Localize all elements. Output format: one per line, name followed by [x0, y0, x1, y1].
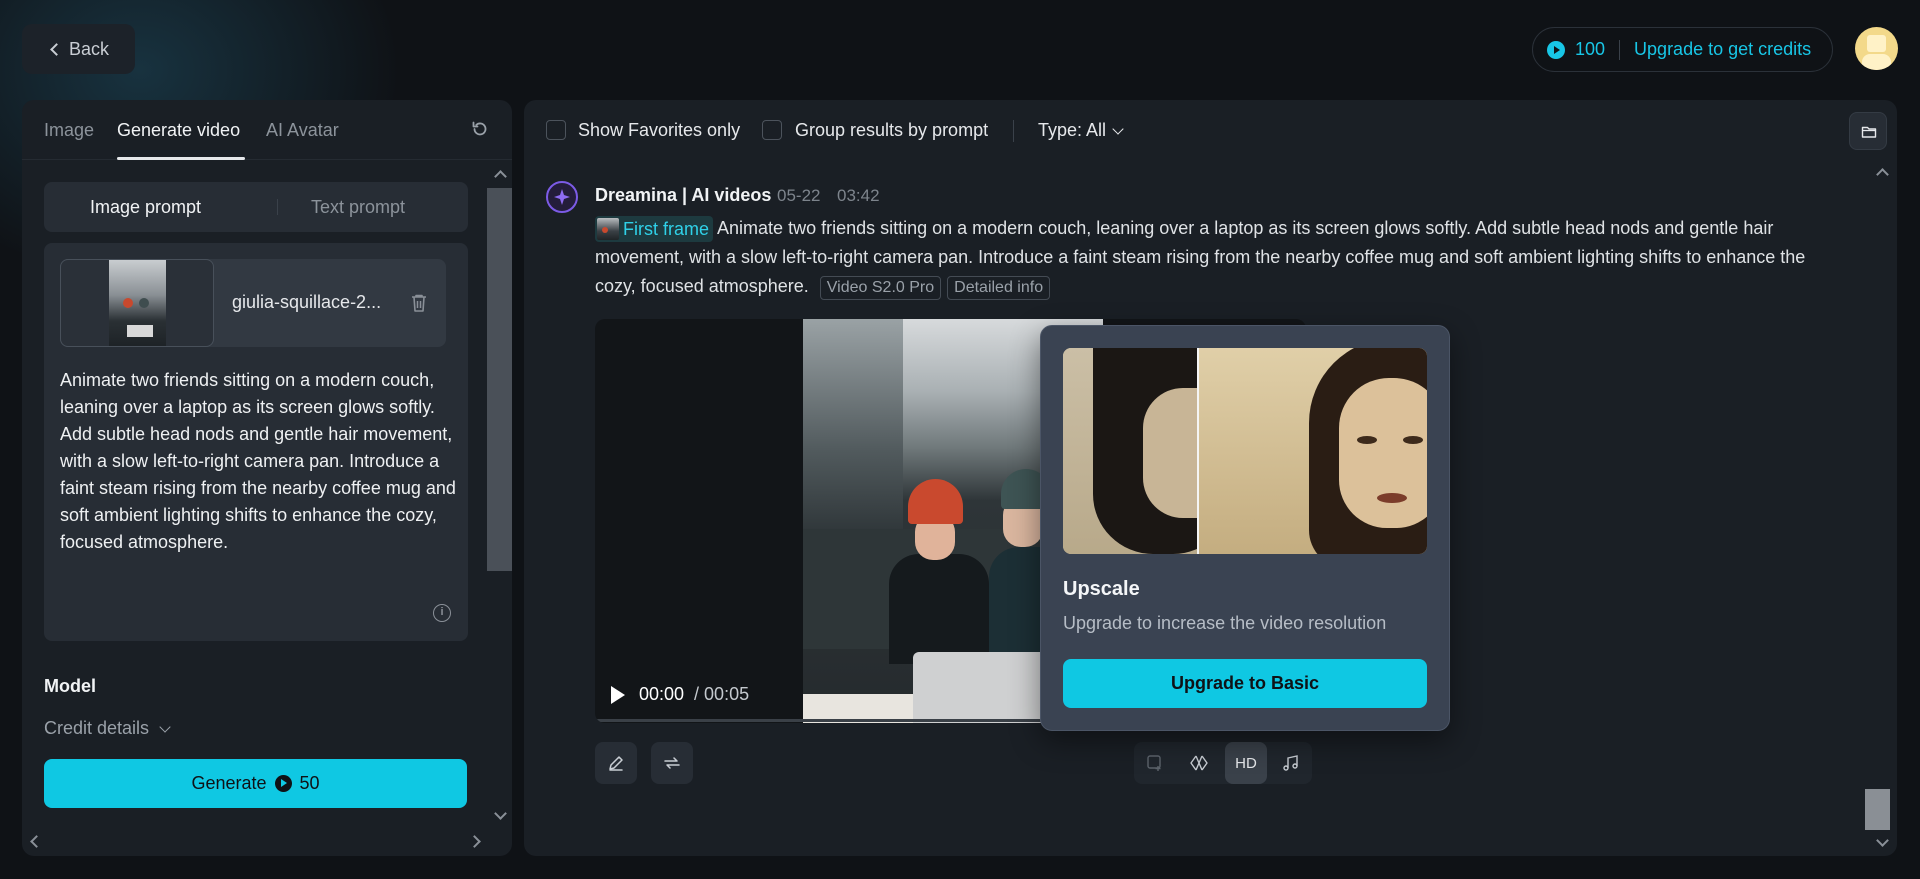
extend-button[interactable]	[1134, 742, 1176, 784]
group-checkbox[interactable]	[762, 120, 782, 140]
popover-title: Upscale	[1063, 578, 1140, 600]
type-filter-dropdown[interactable]: Type: All	[1038, 120, 1124, 141]
tab-image[interactable]: Image	[44, 120, 94, 141]
play-icon[interactable]	[611, 685, 625, 704]
reset-icon[interactable]	[471, 120, 489, 138]
detailed-info-tag[interactable]: Detailed info	[947, 276, 1051, 300]
video-tools: HD	[1134, 742, 1312, 784]
divider	[1013, 120, 1014, 142]
generation-date: 05-22	[777, 186, 821, 205]
upscale-preview-image	[1063, 348, 1427, 554]
upgrade-credits-link[interactable]: Upgrade to get credits	[1634, 39, 1811, 60]
divider	[277, 199, 278, 215]
coin-icon	[274, 775, 292, 792]
duration: / 00:05	[694, 684, 750, 704]
back-button[interactable]: Back	[22, 24, 135, 74]
coin-icon	[1547, 40, 1565, 59]
extend-icon	[1147, 755, 1161, 771]
edit-icon	[609, 756, 623, 771]
file-name: giulia-squillace-2...	[232, 292, 382, 312]
chevron-down-icon	[159, 720, 171, 733]
first-frame-chip[interactable]: First frame	[595, 216, 714, 243]
credit-details-toggle[interactable]: Credit details	[44, 718, 171, 739]
chevron-left-icon	[50, 42, 63, 56]
interpolate-button[interactable]	[1178, 742, 1220, 784]
scroll-up-icon[interactable]	[494, 170, 507, 183]
credit-details-label: Credit details	[44, 718, 150, 738]
tab-ai-avatar[interactable]: AI Avatar	[266, 120, 339, 141]
info-icon[interactable]: i	[433, 604, 451, 622]
divider	[1619, 39, 1621, 60]
model-label: Model	[44, 676, 96, 696]
video-controls: 00:00 / 00:05	[611, 684, 749, 705]
scroll-down-icon[interactable]	[494, 807, 507, 820]
upscale-popover: Upscale Upgrade to increase the video re…	[1040, 325, 1450, 731]
hd-upscale-button[interactable]: HD	[1225, 742, 1267, 784]
chevron-down-icon	[1112, 122, 1124, 135]
generation-prompt: Animate two friends sitting on a modern …	[595, 218, 1806, 296]
right-scrollbar-thumb[interactable]	[1865, 789, 1890, 830]
upgrade-basic-button[interactable]: Upgrade to Basic	[1063, 659, 1427, 708]
edit-button[interactable]	[595, 742, 637, 784]
scroll-up-icon[interactable]	[1876, 168, 1889, 181]
model-tag: Video S2.0 Pro	[819, 276, 942, 300]
credits-pill[interactable]: 100 Upgrade to get credits	[1532, 27, 1833, 72]
scroll-left-icon[interactable]	[30, 835, 43, 848]
user-avatar[interactable]	[1855, 27, 1898, 70]
folder-button[interactable]	[1849, 112, 1887, 150]
scroll-down-icon[interactable]	[1876, 834, 1889, 847]
back-label: Back	[68, 38, 110, 59]
generation-time: 03:42	[837, 186, 880, 205]
prompt-card: giulia-squillace-2... Animate two friend…	[44, 243, 468, 641]
active-tab-indicator	[117, 157, 245, 160]
first-frame-label: First frame	[623, 218, 710, 239]
mode-tabs: Image Generate video AI Avatar	[22, 100, 512, 160]
interpolate-icon	[1190, 755, 1208, 771]
regenerate-icon	[664, 757, 680, 769]
type-filter-label: Type: All	[1038, 120, 1107, 140]
generation-author: Dreamina | AI videos	[595, 185, 772, 205]
popover-subtitle: Upgrade to increase the video resolution	[1063, 613, 1387, 633]
text-prompt-option[interactable]: Text prompt	[311, 197, 405, 218]
credits-count: 100	[1575, 39, 1606, 59]
regenerate-button[interactable]	[651, 742, 693, 784]
scroll-right-icon[interactable]	[468, 835, 481, 848]
music-icon	[1283, 755, 1298, 771]
group-label[interactable]: Group results by prompt	[795, 120, 988, 141]
tab-generate-video[interactable]: Generate video	[117, 120, 240, 141]
left-panel: Image Generate video AI Avatar Image pro…	[22, 100, 512, 856]
generate-label: Generate	[191, 773, 267, 793]
current-time: 00:00	[639, 684, 685, 704]
folder-icon	[1861, 126, 1877, 138]
left-scrollbar-thumb[interactable]	[487, 188, 512, 571]
filter-bar: Show Favorites only Group results by pro…	[524, 100, 1897, 160]
trash-icon[interactable]	[410, 293, 428, 313]
generate-button[interactable]: Generate 50	[44, 759, 467, 808]
generate-cost: 50	[299, 773, 320, 793]
image-thumbnail[interactable]	[60, 259, 214, 347]
first-frame-thumbnail	[597, 218, 619, 241]
prompt-textarea[interactable]: Animate two friends sitting on a modern …	[60, 367, 456, 556]
favorites-checkbox[interactable]	[546, 120, 566, 140]
dreamina-logo-icon	[546, 181, 578, 213]
prompt-mode-switch: Image prompt Text prompt	[44, 182, 468, 232]
image-prompt-option[interactable]: Image prompt	[90, 197, 201, 218]
favorites-label[interactable]: Show Favorites only	[578, 120, 740, 141]
generation-description: First frame Animate two friends sitting …	[595, 214, 1845, 301]
uploaded-image-row: giulia-squillace-2...	[60, 259, 446, 347]
comparison-divider	[1197, 348, 1199, 554]
music-button[interactable]	[1270, 742, 1312, 784]
